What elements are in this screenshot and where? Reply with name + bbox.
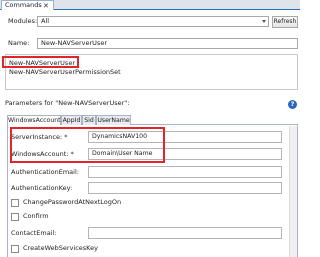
help-icon[interactable]: ? bbox=[288, 100, 297, 109]
parameters-label: Parameters for "New-NAVServerUser": bbox=[5, 99, 130, 107]
modules-label: Modules: bbox=[8, 17, 38, 25]
modules-selected-value: All bbox=[41, 17, 50, 25]
modules-dropdown[interactable]: All bbox=[37, 16, 269, 27]
authentication-email-label: AuthenticationEmail: bbox=[11, 168, 79, 176]
name-label: Name: bbox=[8, 39, 30, 47]
authentication-key-input[interactable] bbox=[88, 182, 282, 194]
highlight-box-command bbox=[2, 56, 79, 68]
tab-commands[interactable]: Commands ✕ bbox=[1, 0, 54, 10]
vertical-scrollbar[interactable] bbox=[289, 126, 297, 257]
chevron-down-icon bbox=[262, 20, 266, 23]
change-password-checkbox[interactable] bbox=[11, 199, 19, 207]
parameter-set-tabs: WindowsAccount AppId Sid UserName bbox=[7, 115, 298, 126]
refresh-button[interactable]: Refresh bbox=[272, 16, 298, 28]
highlight-box-fields bbox=[10, 127, 165, 163]
close-icon[interactable]: ✕ bbox=[43, 2, 49, 10]
authentication-key-label: AuthenticationKey: bbox=[11, 184, 73, 192]
contact-email-label: ContactEmail: bbox=[11, 229, 57, 237]
contact-email-input[interactable] bbox=[88, 227, 282, 239]
change-password-label: ChangePasswordAtNextLogOn bbox=[23, 198, 122, 206]
tab-strip: Commands ✕ bbox=[0, 0, 300, 10]
tab-appid[interactable]: AppId bbox=[61, 115, 82, 125]
tab-commands-label: Commands bbox=[5, 1, 42, 9]
create-web-services-key-label: CreateWebServicesKey bbox=[23, 244, 98, 252]
tab-sid[interactable]: Sid bbox=[82, 115, 96, 125]
confirm-label: Confirm bbox=[23, 212, 49, 220]
create-web-services-key-checkbox[interactable] bbox=[11, 245, 19, 253]
name-input[interactable]: New-NAVServerUser bbox=[37, 38, 298, 49]
confirm-checkbox[interactable] bbox=[11, 213, 19, 221]
authentication-email-input[interactable] bbox=[88, 166, 282, 178]
command-list-item[interactable]: New-NAVServerUserPermissionSet bbox=[9, 68, 121, 76]
tab-username[interactable]: UserName bbox=[96, 115, 131, 125]
